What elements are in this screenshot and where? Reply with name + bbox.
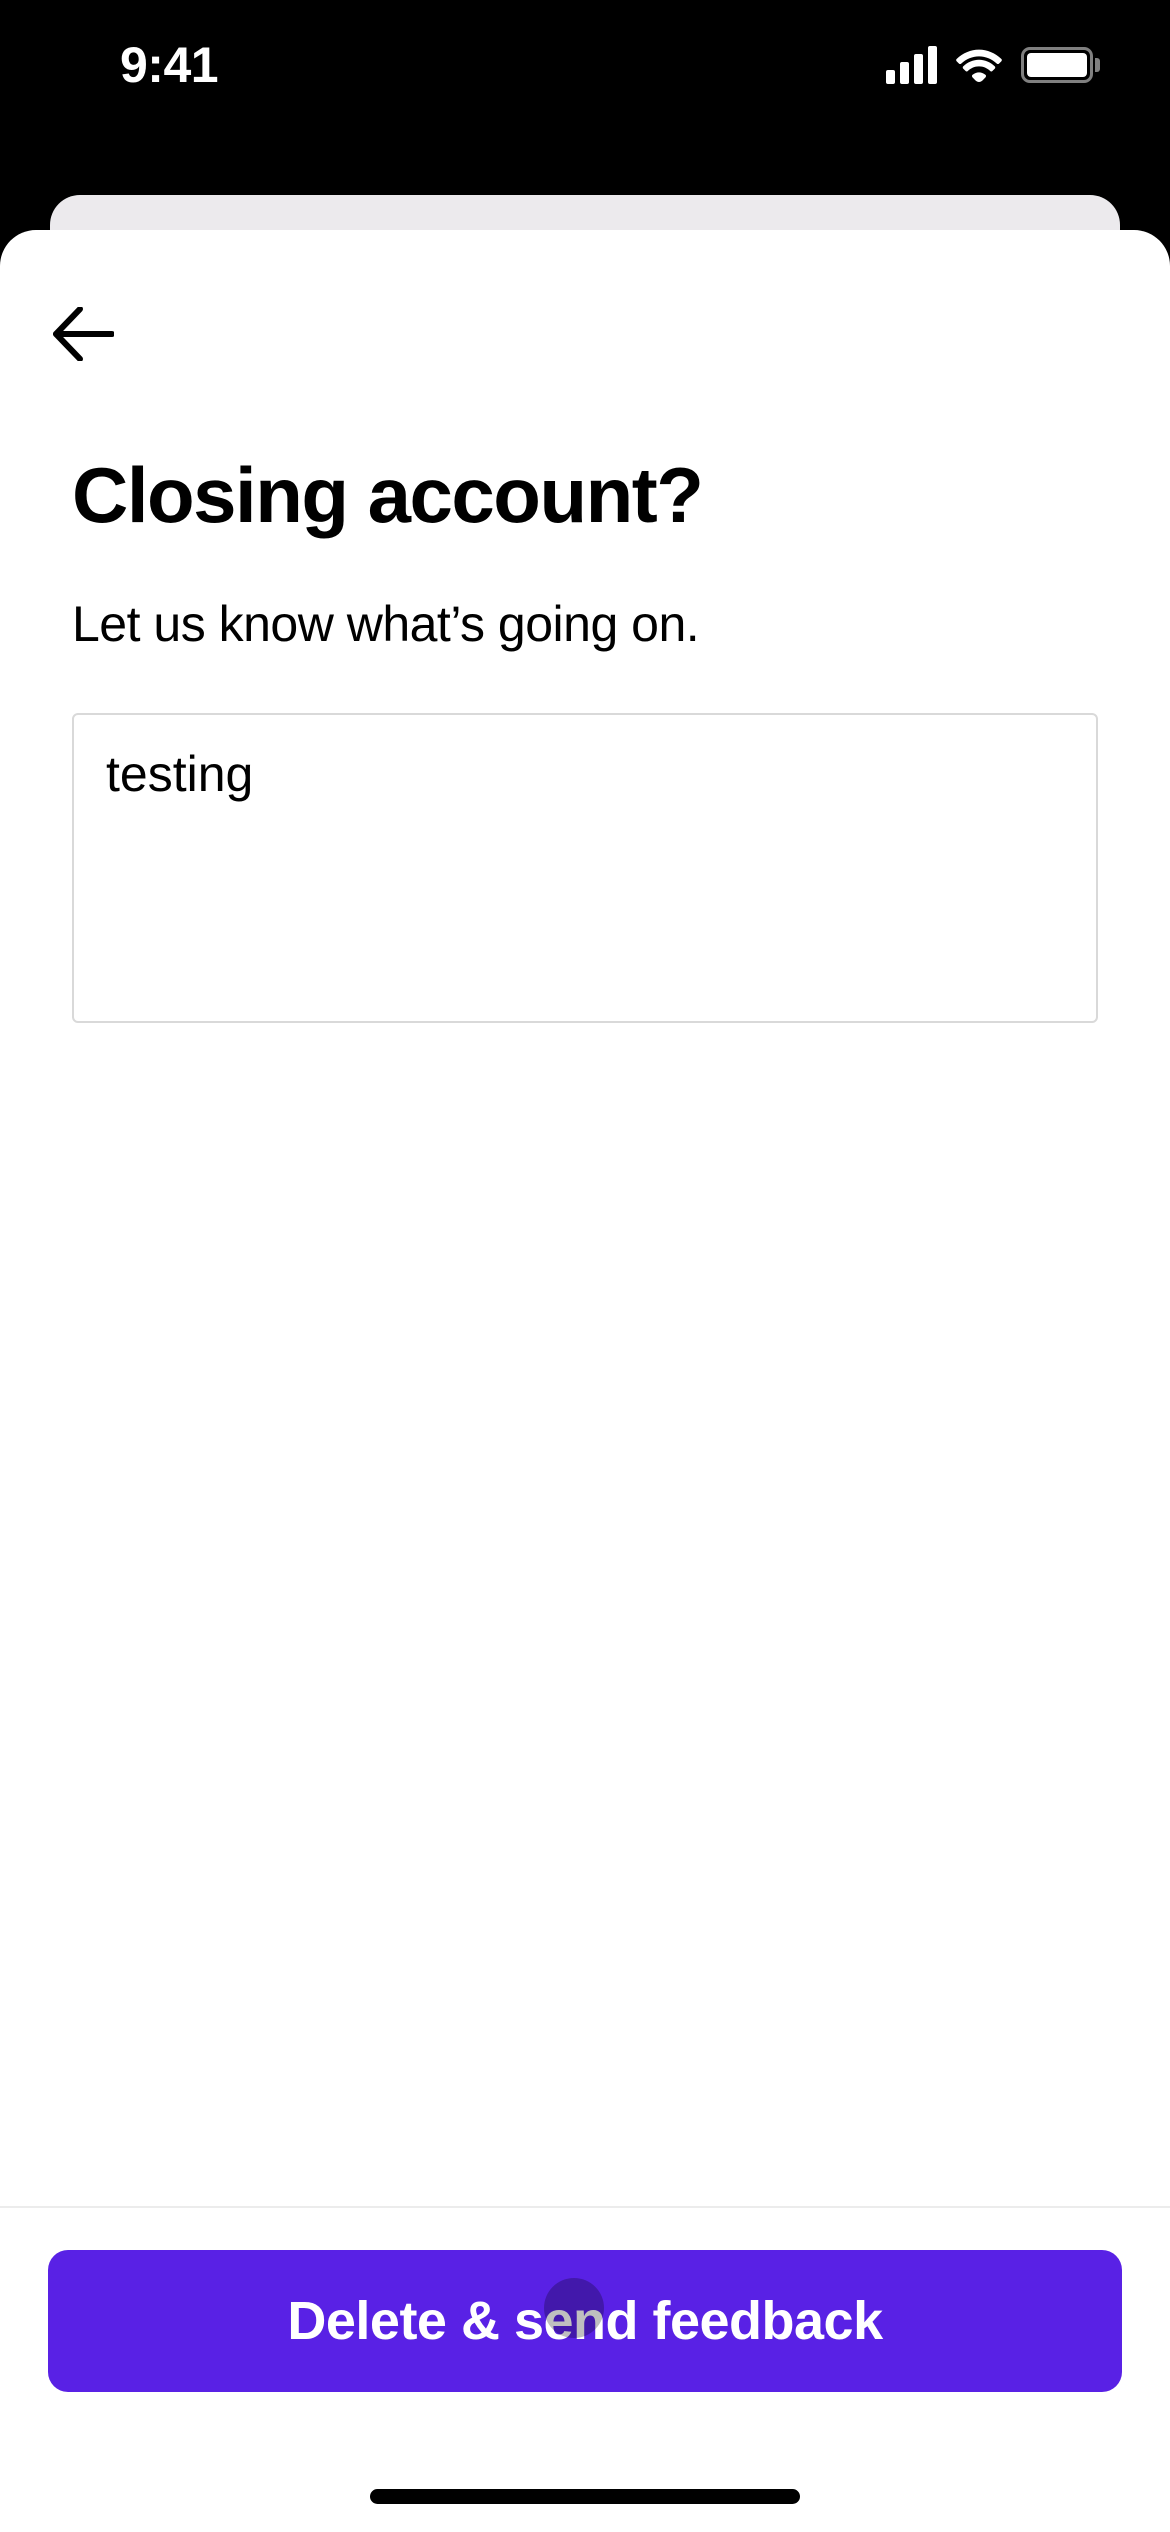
modal-sheet: Closing account? Let us know what’s goin… (0, 230, 1170, 2532)
footer: Delete & send feedback (0, 2206, 1170, 2532)
wifi-icon (955, 47, 1003, 83)
back-button[interactable] (52, 294, 132, 374)
cellular-signal-icon (886, 46, 937, 84)
feedback-textarea-container[interactable] (72, 713, 1098, 1023)
delete-send-feedback-button[interactable]: Delete & send feedback (48, 2250, 1122, 2392)
page-title: Closing account? (72, 450, 1098, 541)
status-icons (886, 46, 1100, 84)
content-area: Closing account? Let us know what’s goin… (0, 230, 1170, 2206)
status-bar: 9:41 (0, 0, 1170, 130)
page-subtitle: Let us know what’s going on. (72, 595, 1098, 653)
status-time: 9:41 (120, 36, 218, 94)
battery-icon (1021, 47, 1100, 83)
primary-button-label: Delete & send feedback (287, 2291, 882, 2351)
feedback-textarea[interactable] (106, 745, 1064, 991)
home-indicator (370, 2489, 800, 2504)
arrow-left-icon (52, 307, 114, 361)
